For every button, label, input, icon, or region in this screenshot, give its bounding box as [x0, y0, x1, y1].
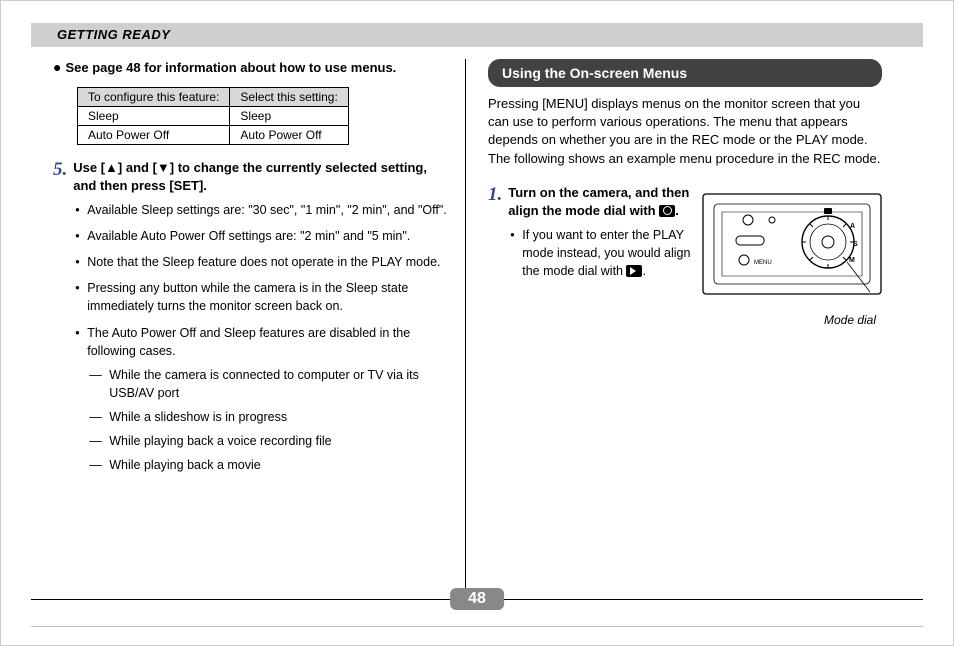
- illustration-caption: Mode dial: [702, 313, 882, 327]
- section-title: GETTING READY: [57, 27, 170, 42]
- see-page-note: ● See page 48 for information about how …: [53, 59, 451, 77]
- step-1: 1. Turn on the camera, and then align th…: [488, 184, 882, 327]
- list-item: While playing back a movie: [87, 456, 451, 474]
- config-table: To configure this feature: Select this s…: [77, 87, 349, 145]
- step-title-post: .: [675, 203, 679, 218]
- list-item: While the camera is connected to compute…: [87, 366, 451, 402]
- illustration-wrap: MENU: [702, 184, 882, 327]
- manual-page: GETTING READY ● See page 48 for informat…: [0, 0, 954, 646]
- step-bullet-list: If you want to enter the PLAY mode inste…: [508, 226, 694, 280]
- page-number-badge: 48: [450, 588, 504, 610]
- page-number: 48: [468, 590, 486, 607]
- page-footer: 48: [31, 599, 923, 627]
- svg-text:A: A: [850, 223, 855, 230]
- menu-label: MENU: [754, 260, 772, 266]
- step-body: Use [▲] and [▼] to change the currently …: [73, 159, 451, 483]
- table-row: Auto Power Off Auto Power Off: [78, 125, 349, 144]
- subsection-heading: Using the On-screen Menus: [488, 59, 882, 87]
- table-cell: Auto Power Off: [78, 125, 230, 144]
- list-item: Pressing any button while the camera is …: [73, 279, 451, 315]
- section-header: GETTING READY: [31, 23, 923, 47]
- step-bullet-list: Available Sleep settings are: "30 sec", …: [73, 201, 451, 475]
- table-header: To configure this feature:: [78, 87, 230, 106]
- step-title: Turn on the camera, and then align the m…: [508, 184, 694, 220]
- lead-paragraph: Pressing [MENU] displays menus on the mo…: [488, 95, 882, 168]
- table-header-row: To configure this feature: Select this s…: [78, 87, 349, 106]
- svg-text:M: M: [849, 257, 855, 264]
- left-column: ● See page 48 for information about how …: [31, 59, 461, 599]
- table-header: Select this setting:: [230, 87, 348, 106]
- table-cell: Sleep: [230, 106, 348, 125]
- list-item: If you want to enter the PLAY mode inste…: [508, 226, 694, 280]
- list-item: Available Sleep settings are: "30 sec", …: [73, 201, 451, 219]
- mode-dial-illustration: MENU: [702, 184, 882, 304]
- sub-dash-list: While the camera is connected to compute…: [87, 366, 451, 475]
- see-page-text: See page 48 for information about how to…: [65, 59, 396, 77]
- list-item: While a slideshow is in progress: [87, 408, 451, 426]
- footer-rule-bottom: [31, 626, 923, 627]
- right-column: Using the On-screen Menus Pressing [MENU…: [470, 59, 900, 599]
- step-number: 1.: [488, 184, 502, 206]
- svg-text:S: S: [853, 241, 858, 248]
- list-item: The Auto Power Off and Sleep features ar…: [73, 324, 451, 475]
- step-5: 5. Use [▲] and [▼] to change the current…: [53, 159, 451, 483]
- list-item: Note that the Sleep feature does not ope…: [73, 253, 451, 271]
- list-item-text: The Auto Power Off and Sleep features ar…: [87, 326, 410, 358]
- subsection-heading-text: Using the On-screen Menus: [502, 65, 687, 81]
- table-cell: Auto Power Off: [230, 125, 348, 144]
- column-divider: [465, 59, 466, 599]
- list-item-pre: If you want to enter the PLAY mode inste…: [522, 228, 690, 278]
- two-column-layout: ● See page 48 for information about how …: [31, 59, 923, 599]
- step-number: 5.: [53, 159, 67, 483]
- bullet-icon: ●: [53, 59, 61, 77]
- list-item-post: .: [642, 264, 645, 278]
- list-item: While playing back a voice recording fil…: [87, 432, 451, 450]
- camera-icon: [659, 205, 675, 217]
- play-icon: [626, 265, 642, 277]
- list-item: Available Auto Power Off settings are: "…: [73, 227, 451, 245]
- table-row: Sleep Sleep: [78, 106, 349, 125]
- table-cell: Sleep: [78, 106, 230, 125]
- step-title: Use [▲] and [▼] to change the currently …: [73, 159, 451, 195]
- step-body: Turn on the camera, and then align the m…: [508, 184, 694, 289]
